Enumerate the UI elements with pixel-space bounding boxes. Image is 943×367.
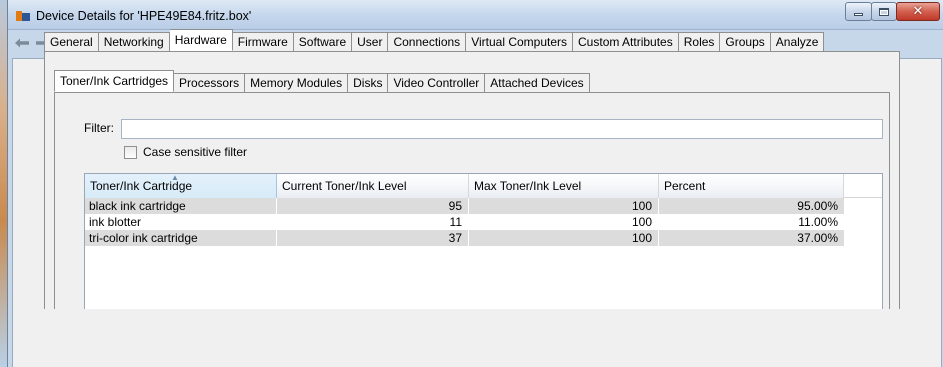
cell-cartridge: ink blotter xyxy=(85,214,277,230)
window-title: Device Details for 'HPE49E84.fritz.box' xyxy=(36,9,252,23)
minimize-icon xyxy=(854,13,863,16)
maximize-icon xyxy=(879,7,889,16)
table-row[interactable]: black ink cartridge 95 100 95.00% xyxy=(85,198,882,214)
table-row[interactable]: ink blotter 11 100 11.00% xyxy=(85,214,882,230)
tab-attached-devices[interactable]: Attached Devices xyxy=(485,73,590,93)
cell-cartridge: tri-color ink cartridge xyxy=(85,230,277,246)
back-arrow-icon[interactable] xyxy=(13,34,31,52)
cell-cartridge: black ink cartridge xyxy=(85,198,277,214)
tab-firmware[interactable]: Firmware xyxy=(232,32,294,52)
column-header-percent[interactable]: Percent xyxy=(659,174,844,198)
maximize-button[interactable] xyxy=(871,2,897,21)
outer-tab-bar: General Networking Hardware Firmware Sof… xyxy=(44,29,825,52)
window-controls: ✕ xyxy=(845,2,940,21)
cell-percent: 11.00% xyxy=(798,215,838,229)
tab-software[interactable]: Software xyxy=(293,32,353,52)
tab-analyze[interactable]: Analyze xyxy=(770,32,825,52)
filter-input[interactable] xyxy=(121,119,883,139)
tab-general[interactable]: General xyxy=(44,32,99,52)
filter-label: Filter: xyxy=(84,121,114,135)
tab-hardware[interactable]: Hardware xyxy=(169,29,233,51)
minimize-button[interactable] xyxy=(845,2,872,21)
table-row[interactable]: tri-color ink cartridge 37 100 37.00% xyxy=(85,230,882,246)
tab-groups[interactable]: Groups xyxy=(720,32,771,52)
case-sensitive-row: Case sensitive filter xyxy=(124,145,247,159)
cell-current-level: 95 xyxy=(277,198,469,214)
tab-video-controller[interactable]: Video Controller xyxy=(388,73,486,93)
close-button[interactable]: ✕ xyxy=(896,2,940,21)
cell-percent: 95.00% xyxy=(659,198,844,214)
cell-max-level: 100 xyxy=(469,230,659,246)
inner-tab-bar: Toner/Ink Cartridges Processors Memory M… xyxy=(54,70,590,93)
tab-toner-ink-cartridges[interactable]: Toner/Ink Cartridges xyxy=(54,70,175,92)
sort-ascending-icon: ▲ xyxy=(171,173,179,182)
column-header-current-level[interactable]: Current Toner/Ink Level xyxy=(277,174,469,198)
device-details-window: Device Details for 'HPE49E84.fritz.box' … xyxy=(7,0,943,367)
case-sensitive-checkbox[interactable] xyxy=(124,145,137,159)
cell-max-level: 100 xyxy=(469,214,659,230)
tab-processors[interactable]: Processors xyxy=(174,73,246,93)
tab-custom-attributes[interactable]: Custom Attributes xyxy=(573,32,679,52)
close-icon: ✕ xyxy=(912,4,924,19)
title-bar[interactable]: Device Details for 'HPE49E84.fritz.box' … xyxy=(8,0,943,30)
cell-current-level: 37 xyxy=(277,230,469,246)
case-sensitive-label: Case sensitive filter xyxy=(143,145,248,159)
tab-virtual-computers[interactable]: Virtual Computers xyxy=(466,32,574,52)
cell-current-level: 11 xyxy=(277,214,469,230)
cell-percent: 37.00% xyxy=(659,230,844,246)
column-header-cartridge[interactable]: ▲ Toner/Ink Cartridge xyxy=(85,174,277,198)
app-logo-icon xyxy=(16,11,30,21)
grid-header: ▲ Toner/Ink Cartridge Current Toner/Ink … xyxy=(85,174,882,198)
tab-networking[interactable]: Networking xyxy=(98,32,170,52)
tab-user[interactable]: User xyxy=(352,32,389,52)
column-header-max-level[interactable]: Max Toner/Ink Level xyxy=(469,174,659,198)
toner-grid: ▲ Toner/Ink Cartridge Current Toner/Ink … xyxy=(84,173,883,309)
cell-max-level: 100 xyxy=(469,198,659,214)
tab-disks[interactable]: Disks xyxy=(348,73,389,93)
tab-roles[interactable]: Roles xyxy=(678,32,721,52)
tab-memory-modules[interactable]: Memory Modules xyxy=(245,73,349,93)
tab-connections[interactable]: Connections xyxy=(388,32,467,52)
